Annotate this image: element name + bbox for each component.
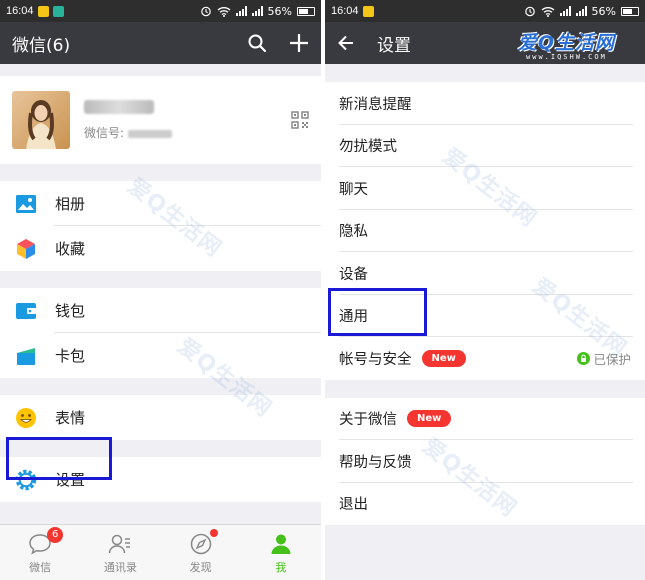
wechat-settings-screen: 16:04 56% 设置 爱Q生活网 www.IQSHW.COM 新消息提醒 勿… (325, 0, 645, 580)
person-icon (268, 531, 294, 557)
app-title-bar: 微信(6) (0, 22, 321, 64)
wifi-icon (217, 6, 230, 17)
settings-item-label: 新消息提醒 (339, 96, 412, 113)
battery-icon (297, 6, 315, 16)
settings-item-label: 聊天 (339, 181, 368, 198)
tab-chats[interactable]: 6 微信 (0, 525, 80, 580)
sticker-smiley-icon (14, 406, 38, 430)
blurred-nickname (84, 99, 154, 114)
page-title: 微信(6) (12, 35, 71, 56)
settings-item-label: 关于微信 (339, 412, 397, 429)
blurred-wechat-id (128, 130, 173, 138)
contacts-icon (107, 531, 133, 557)
wallet-icon (14, 299, 38, 323)
tab-contacts[interactable]: 通讯录 (80, 525, 160, 580)
qr-code-icon[interactable] (291, 111, 309, 129)
new-badge: New (421, 349, 466, 367)
settings-item-devices[interactable]: 设备 (325, 252, 645, 295)
unread-badge: 6 (47, 526, 64, 543)
settings-item-label: 通用 (339, 309, 368, 326)
favorites-cube-icon (14, 237, 38, 261)
settings-item-new-message-alerts[interactable]: 新消息提醒 (325, 82, 645, 125)
settings-item-privacy[interactable]: 隐私 (325, 209, 645, 252)
lock-shield-icon (577, 351, 591, 365)
site-watermark-logo: 爱Q生活网 www.IQSHW.COM (518, 28, 615, 61)
alarm-icon (200, 6, 211, 17)
menu-item-label: 表情 (55, 409, 86, 427)
tab-discover[interactable]: 发现 (161, 525, 241, 580)
menu-item-settings[interactable]: 设置 (0, 457, 321, 502)
settings-item-do-not-disturb[interactable]: 勿扰模式 (325, 124, 645, 167)
signal-icon (251, 6, 263, 16)
battery-percent: 56% (267, 4, 292, 18)
settings-item-label: 退出 (339, 497, 368, 514)
app-title-bar: 设置 爱Q生活网 www.IQSHW.COM (325, 22, 645, 64)
menu-item-cards[interactable]: 卡包 (0, 333, 321, 378)
new-badge: New (407, 410, 452, 428)
menu-item-label: 相册 (55, 195, 86, 213)
settings-item-label: 帐号与安全 (339, 351, 412, 368)
menu-item-album[interactable]: 相册 (0, 181, 321, 226)
card-package-icon (14, 344, 38, 368)
wifi-icon (541, 6, 554, 17)
status-bar: 16:04 56% (325, 0, 645, 22)
compass-icon (188, 528, 218, 557)
status-time: 16:04 (331, 5, 359, 17)
settings-group-about: 关于微信 New 帮助与反馈 退出 (325, 397, 645, 525)
settings-item-chats[interactable]: 聊天 (325, 167, 645, 210)
signal-icon (575, 6, 587, 16)
menu-item-label: 设置 (55, 471, 86, 489)
photo-album-icon (14, 192, 38, 216)
menu-item-label: 收藏 (55, 240, 86, 258)
chat-bubble-icon: 6 (27, 526, 64, 557)
menu-item-stickers[interactable]: 表情 (0, 395, 321, 440)
settings-item-label: 勿扰模式 (339, 139, 397, 156)
tab-label: 微信 (29, 560, 52, 574)
wechat-me-screen: 16:04 56% 微信(6) 微信号: 相册 收藏 钱包 卡包 表情 设置 6… (0, 0, 321, 580)
status-bar: 16:04 56% (0, 0, 321, 22)
settings-item-help-feedback[interactable]: 帮助与反馈 (325, 440, 645, 483)
back-arrow-icon[interactable] (337, 34, 355, 52)
protection-status: 已保护 (577, 349, 631, 368)
alarm-icon (524, 6, 535, 17)
settings-item-log-out[interactable]: 退出 (325, 482, 645, 525)
settings-item-general[interactable]: 通用 (325, 294, 645, 337)
menu-item-label: 钱包 (55, 302, 86, 320)
signal-4g-icon (559, 6, 571, 16)
protection-status-text: 已保护 (593, 351, 631, 367)
notification-star-icon (37, 5, 49, 17)
notification-star-icon (362, 5, 374, 17)
tab-label: 我 (275, 560, 287, 574)
status-time: 16:04 (6, 5, 34, 17)
notification-app-icon (52, 5, 64, 17)
menu-item-favorites[interactable]: 收藏 (0, 226, 321, 271)
tab-me[interactable]: 我 (241, 525, 321, 580)
bottom-tab-bar: 6 微信 通讯录 发现 我 (0, 524, 321, 580)
menu-item-wallet[interactable]: 钱包 (0, 288, 321, 333)
settings-item-about-wechat[interactable]: 关于微信 New (325, 397, 645, 440)
settings-item-label: 隐私 (339, 224, 368, 241)
tab-label: 发现 (189, 560, 212, 574)
new-dot-badge (209, 528, 218, 537)
settings-item-label: 帮助与反馈 (339, 454, 412, 471)
settings-group-main: 新消息提醒 勿扰模式 聊天 隐私 设备 通用 帐号与安全 New 已保护 (325, 82, 645, 380)
brand-logo-text: 爱Q生活网 (517, 32, 615, 54)
signal-4g-icon (235, 6, 247, 16)
gear-icon (14, 468, 38, 492)
page-title: 设置 (377, 35, 411, 56)
wechat-id-label: 微信号: (84, 125, 125, 140)
battery-percent: 56% (591, 4, 616, 18)
brand-url-text: www.IQSHW.COM (526, 53, 607, 61)
add-plus-icon[interactable] (289, 33, 309, 53)
menu-item-label: 卡包 (55, 347, 86, 365)
settings-item-label: 设备 (339, 266, 368, 283)
settings-item-account-security[interactable]: 帐号与安全 New 已保护 (325, 337, 645, 380)
tab-label: 通讯录 (103, 560, 137, 574)
search-icon[interactable] (247, 33, 267, 53)
battery-icon (621, 6, 639, 16)
avatar (12, 91, 70, 149)
profile-card[interactable]: 微信号: (0, 76, 321, 164)
